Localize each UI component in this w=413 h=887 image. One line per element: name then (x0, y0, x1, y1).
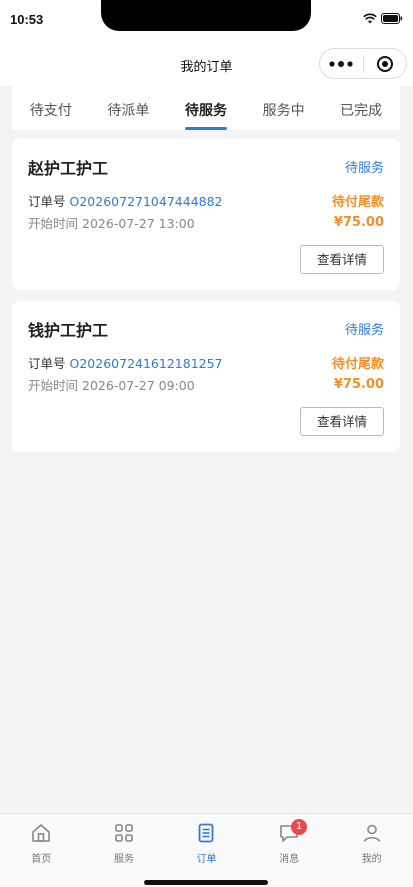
caregiver-name: 钱护工护工 (28, 321, 109, 340)
tab-pending-service[interactable]: 待服务 (167, 86, 245, 130)
order-card[interactable]: 赵护工护工 待服务 订单号 O202607271047444882 开始时间 202… (12, 139, 400, 290)
device-notch (101, 0, 311, 31)
unread-badge: 1 (291, 819, 308, 835)
view-details-button[interactable]: 查看详情 (300, 245, 384, 274)
start-time-row: 开始时间 2026-07-27 09:00 (28, 375, 195, 394)
miniprogram-capsule (319, 48, 407, 79)
tab-completed[interactable]: 已完成 (322, 86, 400, 130)
tabbar-item-home[interactable]: 首页 (0, 814, 83, 887)
tabbar-label: 服务 (113, 854, 134, 865)
status-bar: 10:53 (0, 0, 413, 44)
order-status: 待服务 (344, 323, 384, 338)
order-card[interactable]: 钱护工护工 待服务 订单号 O202607241612181257 开始时间 202… (12, 301, 400, 452)
tabbar-item-orders[interactable]: 订单 (165, 814, 248, 887)
bottom-tab-bar: 首页 服务 订单 1 消息 我的 (0, 813, 413, 887)
order-number-label: 订单号 (28, 356, 66, 371)
start-time-label: 开始时间 (28, 216, 79, 231)
tabbar-label: 订单 (196, 854, 217, 865)
order-number[interactable]: O202607241612181257 (70, 356, 223, 371)
home-icon (32, 824, 51, 842)
order-amount: ¥75.00 (333, 377, 384, 392)
tabbar-item-services[interactable]: 服务 (83, 814, 166, 887)
more-button[interactable] (320, 49, 363, 78)
order-number-row: 订单号 O202607271047444882 (28, 191, 223, 210)
target-icon (376, 55, 393, 72)
tab-pending-dispatch[interactable]: 待派单 (90, 86, 168, 130)
status-icons (363, 13, 403, 24)
order-number[interactable]: O202607271047444882 (70, 194, 223, 209)
order-amount: ¥75.00 (333, 215, 384, 230)
start-time-row: 开始时间 2026-07-27 13:00 (28, 213, 195, 232)
tabbar-label: 我的 (361, 854, 382, 865)
order-status: 待服务 (344, 161, 384, 176)
tab-in-service[interactable]: 服务中 (245, 86, 323, 130)
order-status-tabs: 待支付 待派单 待服务 服务中 已完成 (12, 86, 400, 130)
grid-icon (115, 824, 133, 842)
tabbar-item-messages[interactable]: 1 消息 (248, 814, 331, 887)
tab-pending-payment[interactable]: 待支付 (12, 86, 90, 130)
document-icon (199, 823, 214, 843)
user-icon (363, 824, 380, 842)
wifi-icon (363, 13, 377, 24)
start-time-label: 开始时间 (28, 378, 79, 393)
order-number-row: 订单号 O202607241612181257 (28, 353, 223, 372)
home-indicator (144, 880, 268, 885)
close-miniprogram-button[interactable] (364, 49, 407, 78)
start-time: 2026-07-27 09:00 (82, 378, 195, 393)
more-dots-icon (329, 60, 353, 67)
caregiver-name: 赵护工护工 (28, 159, 109, 178)
start-time: 2026-07-27 13:00 (82, 216, 195, 231)
tabbar-label: 消息 (279, 854, 300, 865)
order-number-label: 订单号 (28, 194, 66, 209)
view-details-button[interactable]: 查看详情 (300, 407, 384, 436)
payment-status: 待付尾款 (331, 357, 384, 372)
tabbar-item-profile[interactable]: 我的 (330, 814, 413, 887)
status-time: 10:53 (10, 12, 44, 27)
payment-status: 待付尾款 (331, 195, 384, 210)
tabbar-label: 首页 (31, 854, 52, 865)
battery-icon (381, 13, 402, 24)
